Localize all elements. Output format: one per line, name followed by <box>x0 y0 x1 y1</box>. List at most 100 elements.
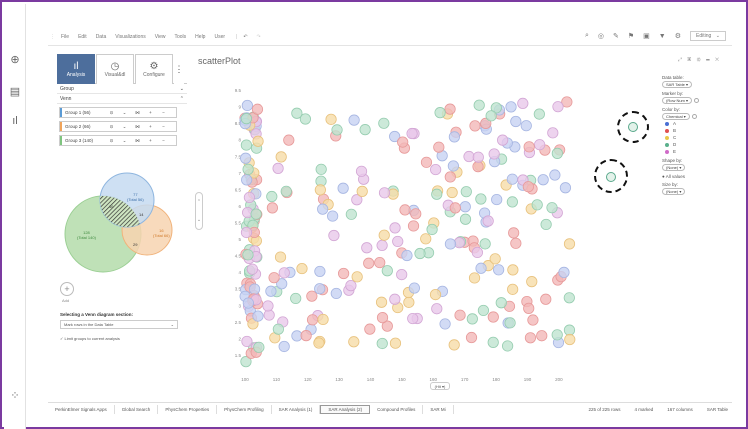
data-point[interactable] <box>430 163 442 176</box>
data-point[interactable] <box>252 310 264 322</box>
data-point[interactable] <box>355 165 368 177</box>
reorder-icon[interactable]: ⋈ <box>131 138 144 144</box>
data-point[interactable] <box>524 332 537 344</box>
data-point[interactable] <box>375 296 388 308</box>
data-point[interactable] <box>434 107 446 119</box>
data-point[interactable] <box>546 202 558 214</box>
data-point[interactable] <box>551 147 563 159</box>
data-point[interactable] <box>549 169 561 181</box>
data-point[interactable] <box>378 187 391 199</box>
data-icon[interactable]: ▣ <box>643 32 650 40</box>
data-point[interactable] <box>502 340 514 352</box>
data-point[interactable] <box>459 213 472 225</box>
data-point[interactable] <box>361 242 373 254</box>
target-icon[interactable]: ⊙ <box>105 110 118 116</box>
group-row[interactable]: Group 2 (66) ⊙ ⌄ ⋈ + − <box>59 121 177 132</box>
reorder-icon[interactable]: ⋈ <box>131 110 144 116</box>
data-point[interactable] <box>414 247 426 260</box>
data-point[interactable] <box>274 251 287 263</box>
data-point[interactable] <box>397 136 409 148</box>
data-point[interactable] <box>242 249 254 261</box>
page-tab[interactable]: PhysChem Profiling <box>217 404 272 414</box>
data-point[interactable] <box>272 162 284 174</box>
legend-item[interactable]: E <box>665 148 722 155</box>
data-point[interactable] <box>401 249 413 262</box>
data-point[interactable] <box>506 196 518 208</box>
data-point[interactable] <box>468 272 481 284</box>
data-point[interactable] <box>526 276 538 288</box>
menu-view[interactable]: View <box>155 34 166 40</box>
data-point[interactable] <box>389 293 401 305</box>
data-point[interactable] <box>328 229 340 242</box>
data-point[interactable] <box>475 193 487 205</box>
all-values-toggle[interactable]: ● All values <box>662 174 722 179</box>
data-point[interactable] <box>243 191 256 204</box>
data-point[interactable] <box>280 185 292 197</box>
data-point[interactable] <box>337 182 349 194</box>
highlighted-point[interactable] <box>606 172 616 182</box>
color-options-icon[interactable] <box>691 114 697 120</box>
data-point[interactable] <box>242 163 254 175</box>
data-point[interactable] <box>551 329 563 341</box>
data-point[interactable] <box>460 186 472 198</box>
data-point[interactable] <box>469 120 481 132</box>
data-point[interactable] <box>278 267 290 279</box>
data-point[interactable] <box>376 239 388 252</box>
data-point[interactable] <box>531 199 543 211</box>
target-icon[interactable]: ◎ <box>598 32 604 40</box>
data-point[interactable] <box>547 127 559 139</box>
data-point[interactable] <box>497 134 509 146</box>
data-point[interactable] <box>251 103 264 115</box>
color-dropdown[interactable]: Chemical ▾ <box>662 113 690 120</box>
chevron-down-icon[interactable]: ⌄ <box>118 124 131 130</box>
data-point[interactable] <box>378 117 390 129</box>
menu-help[interactable]: Help <box>195 34 205 40</box>
data-point[interactable] <box>448 131 460 143</box>
scatter-plot[interactable]: 1.522.533.544.555.566.577.588.599.5100 11… <box>227 70 657 382</box>
section-venn[interactable]: Venn ⌃ <box>57 94 187 104</box>
data-point[interactable] <box>378 229 390 241</box>
data-point[interactable] <box>325 113 337 125</box>
data-point[interactable] <box>477 304 490 317</box>
data-point[interactable] <box>471 246 483 259</box>
collaborate-icon[interactable]: ⚑ <box>628 32 634 40</box>
page-tab[interactable]: Compound Profiles <box>370 404 424 414</box>
data-point[interactable] <box>348 114 360 126</box>
undo-icon[interactable]: ↶ <box>243 34 247 40</box>
target-icon[interactable]: ⊙ <box>105 138 118 144</box>
limit-groups-checkbox[interactable]: ✓ Limit groups to current analysis <box>60 336 120 341</box>
filter-icon[interactable]: ▼ <box>659 33 666 40</box>
data-point[interactable] <box>399 204 411 216</box>
data-point[interactable] <box>444 238 457 250</box>
data-point[interactable] <box>389 337 402 349</box>
data-point[interactable] <box>504 317 516 329</box>
target-icon[interactable]: ⊙ <box>105 124 118 130</box>
data-point[interactable] <box>363 257 375 269</box>
data-point[interactable] <box>523 141 535 153</box>
data-point[interactable] <box>327 210 339 222</box>
data-point[interactable] <box>507 264 519 276</box>
data-point[interactable] <box>253 341 265 353</box>
menu-tools[interactable]: Tools <box>174 34 186 40</box>
data-point[interactable] <box>359 124 371 136</box>
data-point[interactable] <box>563 324 576 336</box>
remove-icon[interactable]: − <box>157 124 170 129</box>
legend-item[interactable]: A <box>665 120 722 127</box>
add-icon[interactable]: ⊕ <box>8 52 22 66</box>
data-point[interactable] <box>283 134 295 146</box>
data-point[interactable] <box>493 264 505 276</box>
data-point[interactable] <box>527 314 539 326</box>
venn-select-dropdown[interactable]: Mark rows in the Data Table ⌄ <box>60 320 178 329</box>
data-point[interactable] <box>348 336 360 348</box>
data-point[interactable] <box>240 226 253 239</box>
data-point[interactable] <box>376 337 388 350</box>
data-point[interactable] <box>431 188 443 200</box>
menu-data[interactable]: Data <box>96 34 107 40</box>
data-point[interactable] <box>300 330 312 342</box>
data-point[interactable] <box>306 314 319 326</box>
data-point[interactable] <box>392 235 404 248</box>
editing-dropdown[interactable]: Editing ⌄ <box>690 31 726 41</box>
data-point[interactable] <box>248 283 261 295</box>
data-point[interactable] <box>296 262 308 275</box>
legend-item[interactable]: B <box>665 127 722 134</box>
